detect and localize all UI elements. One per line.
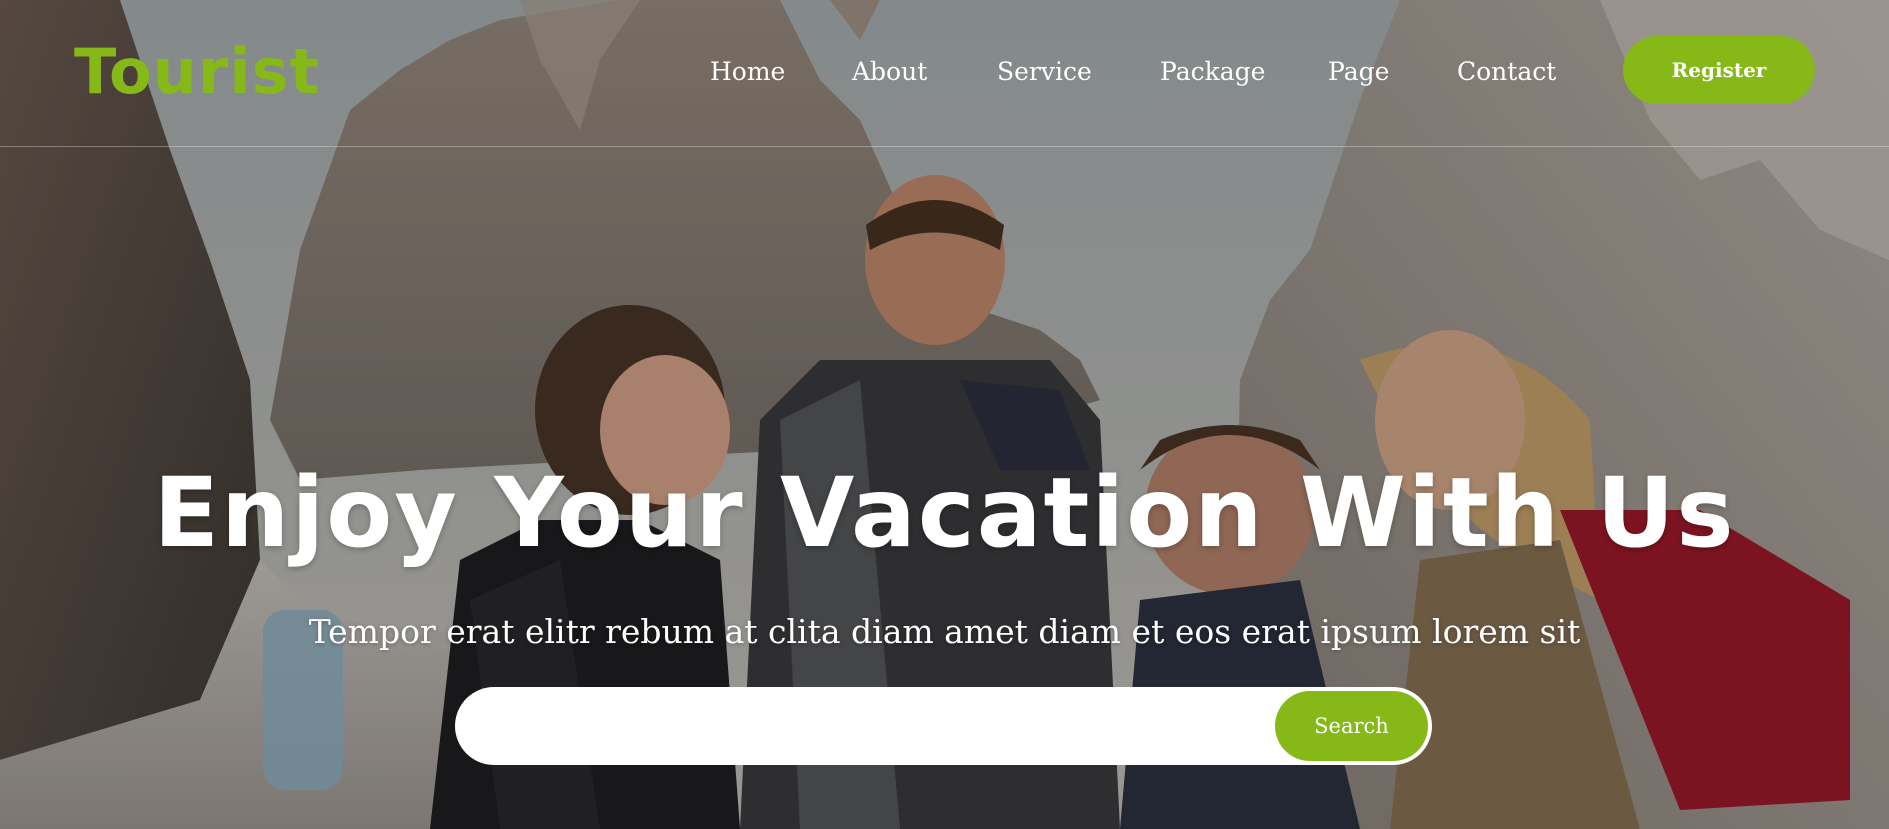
nav-service-link[interactable]: Service bbox=[997, 52, 1092, 92]
nav-contact-link[interactable]: Contact bbox=[1457, 52, 1556, 92]
search-input[interactable] bbox=[487, 701, 1311, 753]
search-bar: Search bbox=[455, 687, 1432, 765]
nav-home-link[interactable]: Home bbox=[710, 52, 785, 92]
register-button[interactable]: Register bbox=[1623, 36, 1815, 104]
search-button[interactable]: Search bbox=[1275, 691, 1428, 761]
navbar: Tourist Home About Service Package Page … bbox=[0, 0, 1889, 147]
hero-title: Enjoy Your Vacation With Us bbox=[153, 457, 1736, 569]
hero-section: Tourist Home About Service Package Page … bbox=[0, 0, 1889, 829]
nav-page-link[interactable]: Page bbox=[1328, 52, 1389, 92]
nav-links: Home About Service Package Page Contact bbox=[0, 52, 1889, 92]
nav-package-link[interactable]: Package bbox=[1160, 52, 1265, 92]
nav-about-link[interactable]: About bbox=[852, 52, 927, 92]
hero-subtitle: Tempor erat elitr rebum at clita diam am… bbox=[308, 612, 1581, 651]
